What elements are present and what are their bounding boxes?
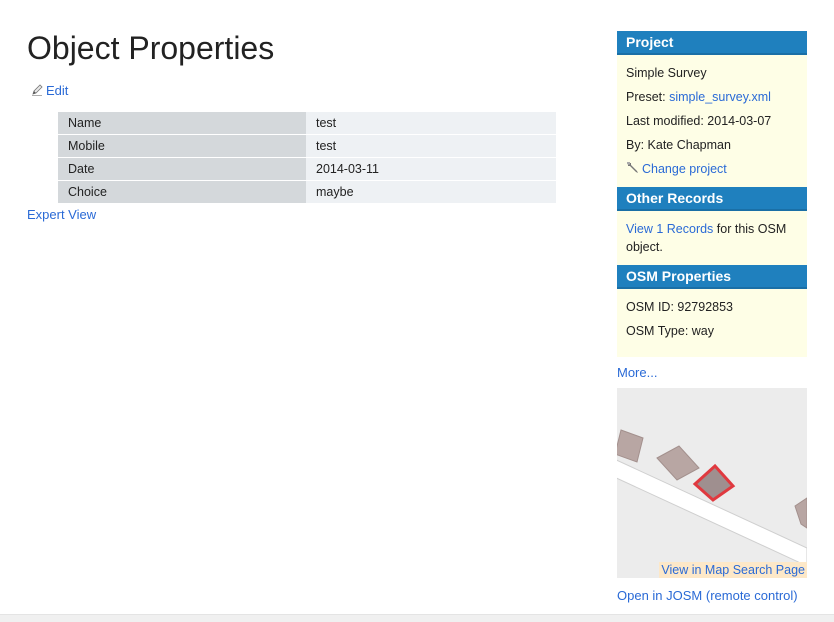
property-value: 2014-03-11 — [306, 157, 556, 181]
table-row: Date 2014-03-11 — [58, 157, 556, 181]
property-key: Name — [58, 112, 306, 135]
property-value: maybe — [306, 180, 556, 204]
change-project-row: Change project — [626, 157, 798, 181]
wrench-icon — [626, 159, 640, 173]
page-title: Object Properties — [27, 30, 275, 66]
preset-link[interactable]: simple_survey.xml — [669, 90, 771, 104]
sidebar: Project Simple Survey Preset: simple_sur… — [617, 31, 807, 603]
property-value: test — [306, 134, 556, 158]
preset-label: Preset: — [626, 90, 670, 104]
project-author: By: Kate Chapman — [626, 138, 731, 152]
table-row: Mobile test — [58, 134, 556, 158]
osm-type: OSM Type: way — [626, 324, 714, 338]
edit-row: Edit — [31, 83, 68, 98]
map-search-link[interactable]: View in Map Search Page — [659, 562, 807, 578]
project-heading: Project — [617, 31, 807, 55]
osm-properties-box: OSM ID: 92792853 OSM Type: way — [617, 289, 807, 357]
open-josm-link[interactable]: Open in JOSM (remote control) — [617, 588, 807, 603]
osm-properties-heading: OSM Properties — [617, 265, 807, 289]
other-records-heading: Other Records — [617, 187, 807, 211]
project-box: Simple Survey Preset: simple_survey.xml … — [617, 55, 807, 187]
view-records-link[interactable]: View 1 Records — [626, 222, 713, 236]
pencil-icon — [31, 84, 43, 96]
property-key: Choice — [58, 180, 306, 204]
table-row: Choice maybe — [58, 180, 556, 204]
osm-id: OSM ID: 92792853 — [626, 300, 734, 314]
map-preview[interactable]: View in Map Search Page — [617, 388, 807, 578]
map-graphic — [617, 388, 807, 578]
property-value: test — [306, 112, 556, 135]
property-key: Date — [58, 157, 306, 181]
edit-link[interactable]: Edit — [46, 83, 68, 98]
project-preset: Preset: simple_survey.xml — [626, 85, 798, 109]
table-row: Name test — [58, 112, 556, 135]
change-project-link[interactable]: Change project — [642, 162, 727, 176]
project-name: Simple Survey — [626, 66, 707, 80]
other-records-text: View 1 Records for this OSM object. — [626, 217, 798, 259]
property-key: Mobile — [58, 134, 306, 158]
more-link[interactable]: More... — [617, 365, 807, 380]
other-records-box: View 1 Records for this OSM object. — [617, 211, 807, 265]
properties-table: Name test Mobile test Date 2014-03-11 Ch… — [58, 112, 556, 204]
expert-view-link[interactable]: Expert View — [27, 207, 96, 222]
project-last-modified: Last modified: 2014-03-07 — [626, 114, 772, 128]
